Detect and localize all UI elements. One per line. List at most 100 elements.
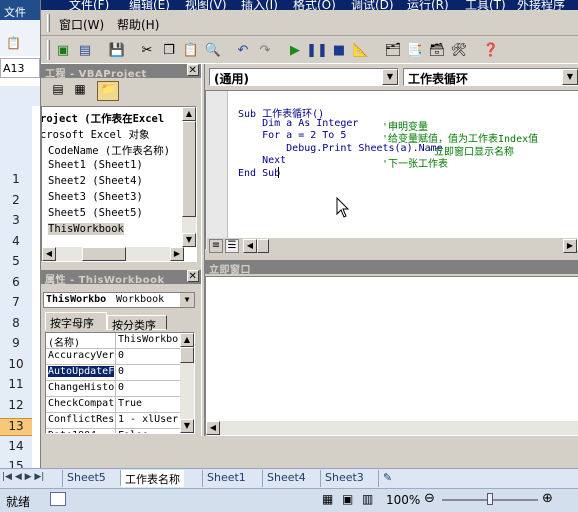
scroll-right-icon[interactable]: ▶ [563,239,577,253]
save-icon[interactable]: 💾 [107,40,127,60]
property-value[interactable]: True [118,398,180,409]
view-code-icon[interactable]: ▤ [49,82,67,100]
property-row[interactable]: Date1904 False [46,429,182,433]
sheet-nav-arrows-icon[interactable]: |◀ ◀ ▶ ▶| [2,472,44,482]
row-header[interactable]: 13 [0,418,32,436]
row-header[interactable]: 6 [0,275,32,293]
menu-window[interactable]: 窗口(W) [59,16,104,33]
paste-icon-vbe[interactable]: 📋 [181,40,201,60]
property-row[interactable]: AccuracyVer 0 [46,349,182,365]
hscroll-thumb[interactable] [257,239,269,253]
project-tree-item[interactable]: CodeName (工作表名称) [48,143,170,158]
tab-categorized[interactable]: 按分类序 [107,315,167,332]
menu-debug[interactable]: 调试(D) [351,0,394,10]
row-header[interactable]: 3 [0,213,32,231]
chevron-down-icon[interactable]: ▼ [180,293,194,307]
row-header[interactable]: 2 [0,193,32,211]
row-header[interactable]: 4 [0,234,32,252]
properties-icon[interactable]: 📑 [405,40,425,60]
scroll-up-icon[interactable]: ▲ [182,107,196,121]
zoom-slider-thumb[interactable] [487,493,493,505]
row-header[interactable]: 1 [0,172,32,190]
property-value[interactable]: 1 - xlUser [118,414,180,425]
menu-run[interactable]: 运行(R) [407,0,449,10]
row-header[interactable]: 8 [0,316,32,334]
property-value[interactable]: ThisWorkbo [118,334,180,345]
project-tree-item[interactable]: Sheet3 (Sheet3) [48,191,143,203]
design-mode-icon[interactable]: 📐 [351,40,371,60]
scroll-down-icon[interactable]: ▼ [182,233,196,247]
object-combo[interactable]: (通用) ▼ [209,68,399,86]
toolbox-icon[interactable]: 🛠 [449,40,469,60]
menu-format[interactable]: 格式(O) [293,0,336,10]
menu-insert[interactable]: 插入(I) [241,0,278,10]
scroll-up-icon[interactable]: ▲ [180,333,194,347]
object-selector[interactable]: ThisWorkbo Workbook ▼ [43,292,195,308]
view-layout-icon[interactable]: ▣ [342,492,353,506]
procedure-combo[interactable]: 工作表循环 ▼ [403,68,578,86]
project-tree-item[interactable]: ThisWorkbook [48,223,124,235]
redo-icon[interactable]: ↷ [255,40,275,60]
project-tree-item[interactable]: roject (工作表在Excel [42,111,164,126]
row-header[interactable]: 14 [0,439,32,457]
procedure-view-icon[interactable]: ≡ [209,239,223,253]
tab-alphabetic[interactable]: 按字母序 [45,312,107,330]
full-module-view-icon[interactable]: ☰ [225,239,239,253]
toggle-folders-icon[interactable]: 📁 [97,81,119,101]
property-row[interactable]: CheckCompat True [46,397,182,413]
menu-help[interactable]: 帮助(H) [117,16,159,33]
sheet-tab[interactable]: 工作表名称 [120,470,184,487]
menu-file[interactable]: 文件(F) [69,0,109,10]
zoom-in-icon[interactable]: ⊕ [542,491,553,506]
row-header[interactable]: 12 [0,398,32,416]
properties-vscroll[interactable]: ▲ ▼ [180,333,194,433]
menu-view[interactable]: 视图(V) [185,0,227,10]
property-row[interactable]: (名称) ThisWorkbo [46,333,182,349]
project-tree-item[interactable]: Sheet5 (Sheet5) [48,207,143,219]
project-tree-item[interactable]: Sheet2 (Sheet4) [48,175,143,187]
project-tree-vscroll[interactable]: ▲ ▼ [182,107,196,247]
property-value[interactable]: 0 [118,382,180,393]
object-browser-icon[interactable]: 🗃 [427,40,447,60]
copy-icon[interactable]: ❐ [159,40,179,60]
cut-icon[interactable]: ✂ [137,40,157,60]
excel-file-tab[interactable]: 文件 [0,0,40,20]
zoom-out-icon[interactable]: ⊖ [424,491,435,506]
scroll-right-icon[interactable]: ▶ [170,247,184,261]
menu-tools[interactable]: 工具(T) [465,0,506,10]
scroll-left-icon[interactable]: ◀ [42,247,56,261]
sheet-tab[interactable]: Sheet1 [202,470,250,487]
paste-icon[interactable]: 📋 [6,36,21,50]
close-icon[interactable]: ✕ [187,270,199,282]
scroll-left-icon[interactable]: ◀ [206,421,220,435]
scroll-left-icon[interactable]: ◀ [243,239,257,253]
property-row[interactable]: AutoUpdateF 0 [46,365,182,381]
macro-record-icon[interactable] [50,492,66,506]
menu-edit[interactable]: 编辑(E) [129,0,170,10]
margin-indicator-bar[interactable] [206,91,228,249]
scroll-thumb[interactable] [182,121,196,217]
immediate-text-area[interactable]: ◀ [205,276,578,436]
row-header[interactable]: 10 [0,357,32,375]
sheet-tab[interactable]: Sheet4 [262,470,310,487]
code-editor[interactable]: Sub 工作表循环() Dim a As Integer '申明变量 For a … [205,90,578,250]
view-normal-icon[interactable]: ▦ [322,492,333,506]
project-tree-hscroll[interactable]: ◀ ▶ [42,247,184,261]
property-row[interactable]: ConflictRes 1 - xlUser [46,413,182,429]
run-icon[interactable]: ▶ [285,40,305,60]
property-value[interactable]: 0 [118,366,180,377]
view-excel-icon[interactable]: ▣ [53,40,73,60]
project-tree-item[interactable]: Sheet1 (Sheet1) [48,159,143,171]
project-explorer-icon[interactable]: 🗂 [383,40,403,60]
insert-module-icon[interactable]: ▤ [75,40,95,60]
project-tree-item[interactable]: crosoft Excel 对象 [42,127,150,142]
row-header[interactable]: 7 [0,295,32,313]
view-pagebreak-icon[interactable]: ▥ [362,492,373,506]
menu-addins[interactable]: 外接程序 [517,0,565,10]
undo-icon[interactable]: ↶ [233,40,253,60]
property-value[interactable]: False [118,430,180,433]
chevron-down-icon[interactable]: ▼ [382,69,398,85]
hscroll-thumb[interactable] [82,247,126,261]
break-icon[interactable]: ❚❚ [306,40,328,60]
scroll-thumb[interactable] [180,347,194,363]
